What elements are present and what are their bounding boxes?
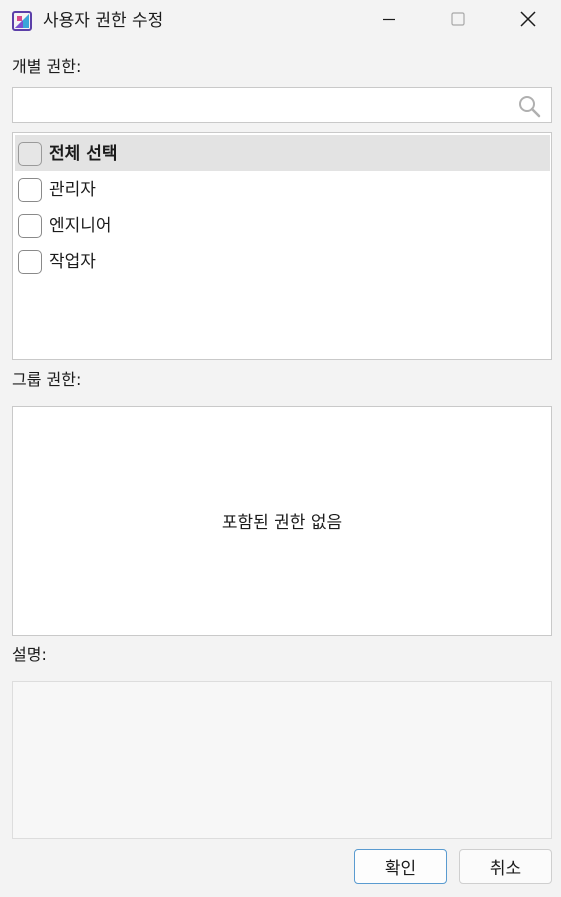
- close-icon: [519, 10, 537, 32]
- list-item-label: 관리자: [49, 180, 96, 200]
- minimize-icon: [381, 11, 397, 31]
- individual-permissions-label: 개별 권한:: [12, 57, 82, 76]
- description-label: 설명:: [12, 645, 47, 664]
- window-title: 사용자 권한 수정: [43, 11, 164, 31]
- search-icon[interactable]: [517, 94, 541, 118]
- list-item-engineer[interactable]: 엔지니어: [15, 207, 550, 243]
- list-item-label: 작업자: [49, 252, 96, 272]
- app-logo-icon: [12, 11, 32, 31]
- group-permissions-label: 그룹 권한:: [12, 370, 82, 389]
- list-item-select-all[interactable]: 전체 선택: [15, 135, 550, 171]
- edit-user-permissions-dialog: 사용자 권한 수정 개별 권한: 전체 선택 관리자 엔지니어 작업자 그룹 권…: [0, 0, 561, 897]
- list-item-label: 엔지니어: [49, 216, 112, 236]
- cancel-button[interactable]: 취소: [459, 849, 552, 884]
- maximize-icon: [450, 11, 466, 31]
- engineer-checkbox[interactable]: [18, 214, 42, 238]
- individual-permissions-list: 전체 선택 관리자 엔지니어 작업자: [12, 132, 552, 360]
- ok-button[interactable]: 확인: [354, 849, 447, 884]
- maximize-button[interactable]: [430, 0, 486, 42]
- close-button[interactable]: [500, 0, 556, 42]
- operator-checkbox[interactable]: [18, 250, 42, 274]
- permission-search-box[interactable]: [12, 87, 552, 123]
- minimize-button[interactable]: [361, 0, 417, 42]
- list-item-operator[interactable]: 작업자: [15, 243, 550, 279]
- permission-search-input[interactable]: [19, 94, 509, 116]
- title-bar[interactable]: 사용자 권한 수정: [0, 0, 561, 42]
- list-item-label: 전체 선택: [49, 144, 118, 164]
- group-permissions-box: 포함된 권한 없음: [12, 406, 552, 636]
- description-field: [12, 681, 552, 839]
- list-item-admin[interactable]: 관리자: [15, 171, 550, 207]
- select-all-checkbox[interactable]: [18, 142, 42, 166]
- admin-checkbox[interactable]: [18, 178, 42, 202]
- empty-state-text: 포함된 권한 없음: [221, 513, 343, 533]
